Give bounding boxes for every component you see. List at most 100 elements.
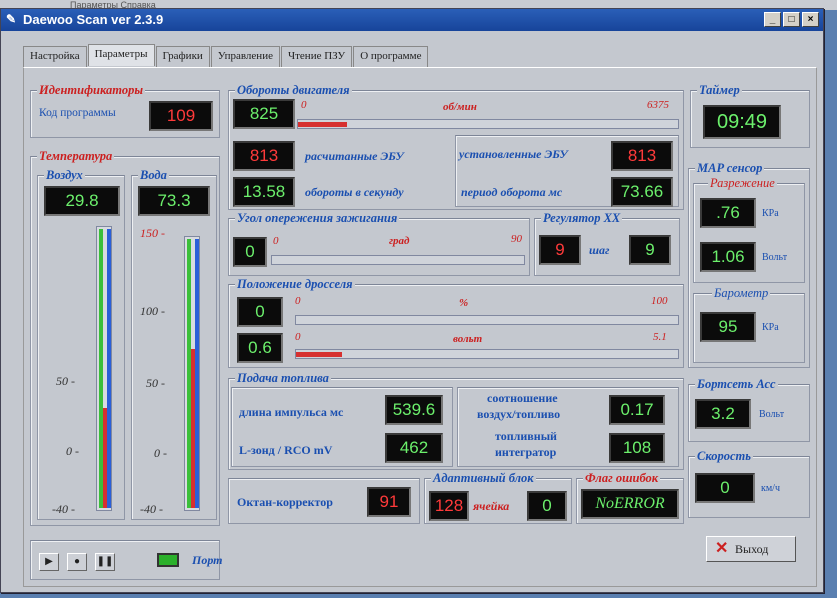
vacuum-volt-unit: Вольт: [762, 252, 788, 263]
integrator-label-2: интегратор: [495, 445, 557, 459]
fuel-group: Подача топлива длина импульса мс 539.6 L…: [228, 371, 684, 470]
adaptive-block-group: Адаптивный блок 128 ячейка 0: [424, 471, 572, 524]
error-flag-value: NoERROR: [581, 489, 679, 519]
tab-rom-read[interactable]: Чтение ПЗУ: [280, 46, 353, 68]
throttle-volt-min: 0: [295, 331, 301, 343]
water-temp-bar-fill: [191, 349, 195, 508]
ignition-value: 0: [233, 237, 267, 267]
water-temp-title: Вода: [138, 168, 169, 183]
rps-value: 13.58: [233, 177, 295, 207]
ignition-max: 90: [511, 233, 522, 245]
vacuum-title: Разрежение: [708, 176, 777, 191]
board-voltage-title: Бортсеть Асс: [695, 377, 778, 392]
ratio-value: 0.17: [609, 395, 665, 425]
period-value: 73.66: [611, 177, 673, 207]
rpm-title: Обороты двигателя: [235, 83, 352, 98]
pulse-value: 539.6: [385, 395, 443, 425]
rpm-calc-label: расчитанные ЭБУ: [305, 149, 404, 163]
air-scale-50: 50 -: [56, 374, 75, 388]
air-temp-bar-fill: [103, 408, 107, 508]
board-voltage-unit: Вольт: [759, 409, 785, 420]
speed-unit: км/ч: [761, 483, 780, 494]
tab-about[interactable]: О программе: [353, 46, 429, 68]
throttle-pct-track: [295, 315, 679, 325]
water-temp-subgroup: Вода 73.3 150 - 100 - 50 - 0 - -40 -: [131, 168, 217, 520]
throttle-volt-max: 5.1: [653, 331, 667, 343]
rpm-unit: об/мин: [443, 101, 477, 113]
air-scale-minus40: -40 -: [52, 502, 75, 516]
tab-graphs[interactable]: Графики: [155, 46, 210, 68]
play-button[interactable]: ▶: [39, 553, 59, 571]
identifiers-title: Идентификаторы: [37, 83, 145, 98]
pulse-label: длина импульса мс: [239, 405, 344, 419]
water-scale-minus40: -40 -: [140, 502, 163, 516]
air-temp-bar: [96, 226, 112, 511]
barometer-value: 95: [700, 312, 756, 342]
barometer-unit: КPa: [762, 322, 779, 333]
temperature-group: Температура Воздух 29.8 50 - 0 - -40 - В…: [30, 149, 220, 526]
speed-group: Скорость 0 км/ч: [688, 449, 810, 518]
minimize-button[interactable]: _: [764, 12, 781, 27]
rpm-calc-value: 813: [233, 141, 295, 171]
water-temp-bar-blue: [195, 239, 199, 508]
water-temp-value: 73.3: [138, 186, 210, 216]
temperature-title: Температура: [37, 149, 115, 164]
water-scale-150: 150 -: [140, 226, 165, 240]
exit-label: Выход: [735, 542, 769, 556]
air-scale-0: 0 -: [66, 444, 79, 458]
timer-group: Таймер 09:49: [690, 83, 810, 148]
speed-value: 0: [695, 473, 755, 503]
rpm-group: Обороты двигателя 825 0 об/мин 6375 813 …: [228, 83, 684, 210]
water-scale-0: 0 -: [154, 446, 167, 460]
throttle-volt-unit: вольт: [453, 333, 483, 345]
throttle-volt-value: 0.6: [237, 333, 283, 363]
idle-regulator-title: Регулятор ХХ: [541, 211, 623, 226]
throttle-pct-value: 0: [237, 297, 283, 327]
ignition-track: [271, 255, 525, 265]
barometer-title: Барометр: [712, 286, 771, 301]
vacuum-kpa-unit: КPa: [762, 208, 779, 219]
vacuum-kpa-value: .76: [700, 198, 756, 228]
identifiers-group: Идентификаторы Код программы 109: [30, 83, 220, 138]
tab-parameters[interactable]: Параметры: [87, 44, 155, 66]
fuel-title: Подача топлива: [235, 371, 331, 386]
air-temp-value: 29.8: [44, 186, 120, 216]
speed-title: Скорость: [695, 449, 753, 464]
pause-button[interactable]: ❚❚: [95, 553, 115, 571]
octane-group: Октан-корректор 91: [228, 478, 420, 524]
program-code-label: Код программы: [39, 107, 116, 119]
exit-button[interactable]: ✕ Выход: [706, 536, 796, 562]
exit-icon: ✕: [715, 540, 729, 557]
throttle-pct-min: 0: [295, 295, 301, 307]
integrator-value: 108: [609, 433, 665, 463]
period-label: период оборота мс: [461, 185, 563, 199]
port-label: Порт: [192, 553, 223, 567]
tab-control[interactable]: Управление: [210, 46, 280, 68]
maximize-button[interactable]: □: [783, 12, 800, 27]
throttle-volt-track: [295, 349, 679, 359]
throttle-title: Положение дросселя: [235, 277, 355, 292]
ratio-label-2: воздух/топливо: [477, 407, 561, 421]
idle-step-label: шаг: [589, 243, 610, 257]
record-button[interactable]: ●: [67, 553, 87, 571]
port-indicator: [157, 553, 179, 567]
throttle-pct-max: 100: [651, 295, 668, 307]
air-temp-title: Воздух: [44, 168, 85, 183]
throttle-group: Положение дросселя 0 0 % 100 0.6 0 вольт…: [228, 277, 684, 368]
title-bar[interactable]: ✎ Daewoo Scan ver 2.3.9 _ □ ×: [1, 9, 823, 31]
timer-value: 09:49: [703, 105, 781, 139]
ignition-unit: град: [389, 235, 410, 247]
air-temp-bar-blue: [107, 229, 111, 508]
adaptive-block-title: Адаптивный блок: [431, 471, 536, 486]
window-title: Daewoo Scan ver 2.3.9: [23, 12, 164, 27]
tab-settings[interactable]: Настройка: [23, 46, 87, 68]
adaptive-block-value: 128: [429, 491, 469, 521]
rpm-value: 825: [233, 99, 295, 129]
tab-strip: Настройка Параметры Графики Управление Ч…: [23, 44, 429, 68]
rpm-set-value: 813: [611, 141, 673, 171]
map-sensor-title: MAP сенсор: [695, 161, 765, 176]
throttle-volt-fill: [296, 352, 342, 357]
app-icon: ✎: [6, 12, 17, 26]
close-button[interactable]: ×: [802, 12, 819, 27]
octane-label: Октан-корректор: [237, 495, 333, 509]
